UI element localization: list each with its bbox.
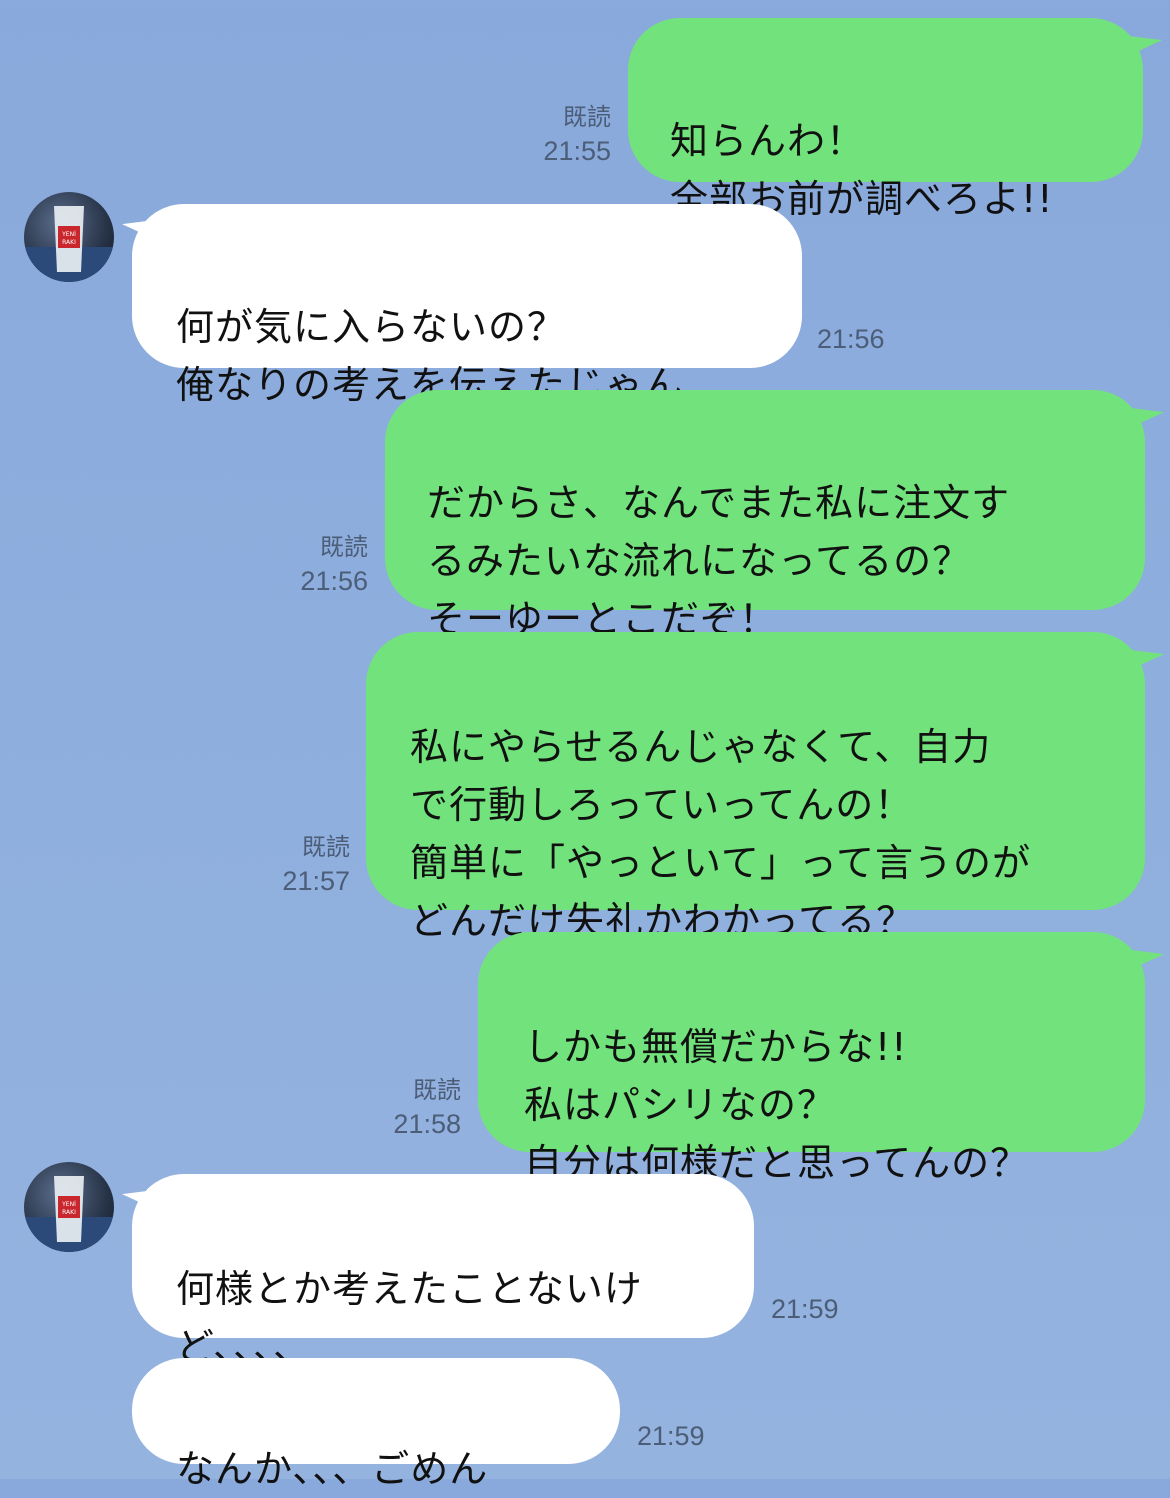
message-meta: 21:56: [817, 322, 913, 356]
message-bubble[interactable]: 知らんわ！ 全部お前が調べろよ!!: [628, 18, 1143, 221]
message-text: だからさ、なんでまた私に注文す るみたいな流れになってるの？ そーゆーとこだぞ！: [427, 481, 1011, 641]
message-time: 21:59: [637, 1421, 705, 1451]
message-time: 21:59: [771, 1294, 839, 1324]
message-text: 私にやらせるんじゃなくて、自力 で行動しろっていってんの！ 簡単に「やっといて」…: [410, 725, 1031, 943]
read-receipt: 既読: [413, 1076, 461, 1104]
message-time: 21:58: [393, 1109, 461, 1139]
bubble-tail: [1130, 392, 1164, 428]
message-time: 21:56: [817, 324, 885, 354]
message-bubble[interactable]: なんか、、、ごめん: [132, 1358, 620, 1491]
message-bubble[interactable]: 私にやらせるんじゃなくて、自力 で行動しろっていってんの！ 簡単に「やっといて」…: [366, 632, 1145, 943]
message-meta: 21:59: [771, 1292, 867, 1326]
svg-text:RAKI: RAKI: [62, 1209, 76, 1216]
message-bubble[interactable]: 何が気に入らないの？ 俺なりの考えを伝えたじゃん: [132, 204, 802, 407]
message-meta: 既読 21:55: [515, 100, 611, 168]
bubble-tail: [1130, 934, 1164, 970]
message-meta: 既読 21:58: [365, 1073, 461, 1141]
bubble-tail: [1130, 634, 1164, 670]
raki-glass-avatar-icon[interactable]: YENİ RAKI: [24, 1162, 114, 1252]
message-time: 21:57: [282, 866, 350, 896]
message-time: 21:55: [543, 136, 611, 166]
read-receipt: 既読: [320, 533, 368, 561]
message-bubble[interactable]: しかも無償だからな!! 私はパシリなの？ 自分は何様だと思ってんの？: [478, 932, 1145, 1185]
svg-text:RAKI: RAKI: [62, 239, 76, 246]
svg-text:YENİ: YENİ: [61, 1201, 76, 1208]
message-text: 何様とか考えたことないけ ど、、、、: [176, 1267, 643, 1369]
read-receipt: 既読: [563, 103, 611, 131]
message-meta: 21:59: [637, 1419, 733, 1453]
message-time: 21:56: [300, 566, 368, 596]
message-bubble[interactable]: 何様とか考えたことないけ ど、、、、: [132, 1174, 754, 1369]
message-meta: 既読 21:57: [254, 830, 350, 898]
bubble-tail: [1128, 20, 1162, 56]
raki-glass-avatar-icon[interactable]: YENİ RAKI: [24, 192, 114, 282]
message-meta: 既読 21:56: [272, 530, 368, 598]
message-text: なんか、、、ごめん: [176, 1447, 489, 1491]
message-bubble[interactable]: だからさ、なんでまた私に注文す るみたいな流れになってるの？ そーゆーとこだぞ！: [385, 390, 1145, 641]
message-text: しかも無償だからな!! 私はパシリなの？ 自分は何様だと思ってんの？: [524, 1025, 1030, 1185]
svg-text:YENİ: YENİ: [61, 231, 76, 238]
chat-timeline[interactable]: 既読 21:55 知らんわ！ 全部お前が調べろよ!! YENİ RAKI 何が気…: [0, 0, 1170, 1491]
read-receipt: 既読: [302, 833, 350, 861]
